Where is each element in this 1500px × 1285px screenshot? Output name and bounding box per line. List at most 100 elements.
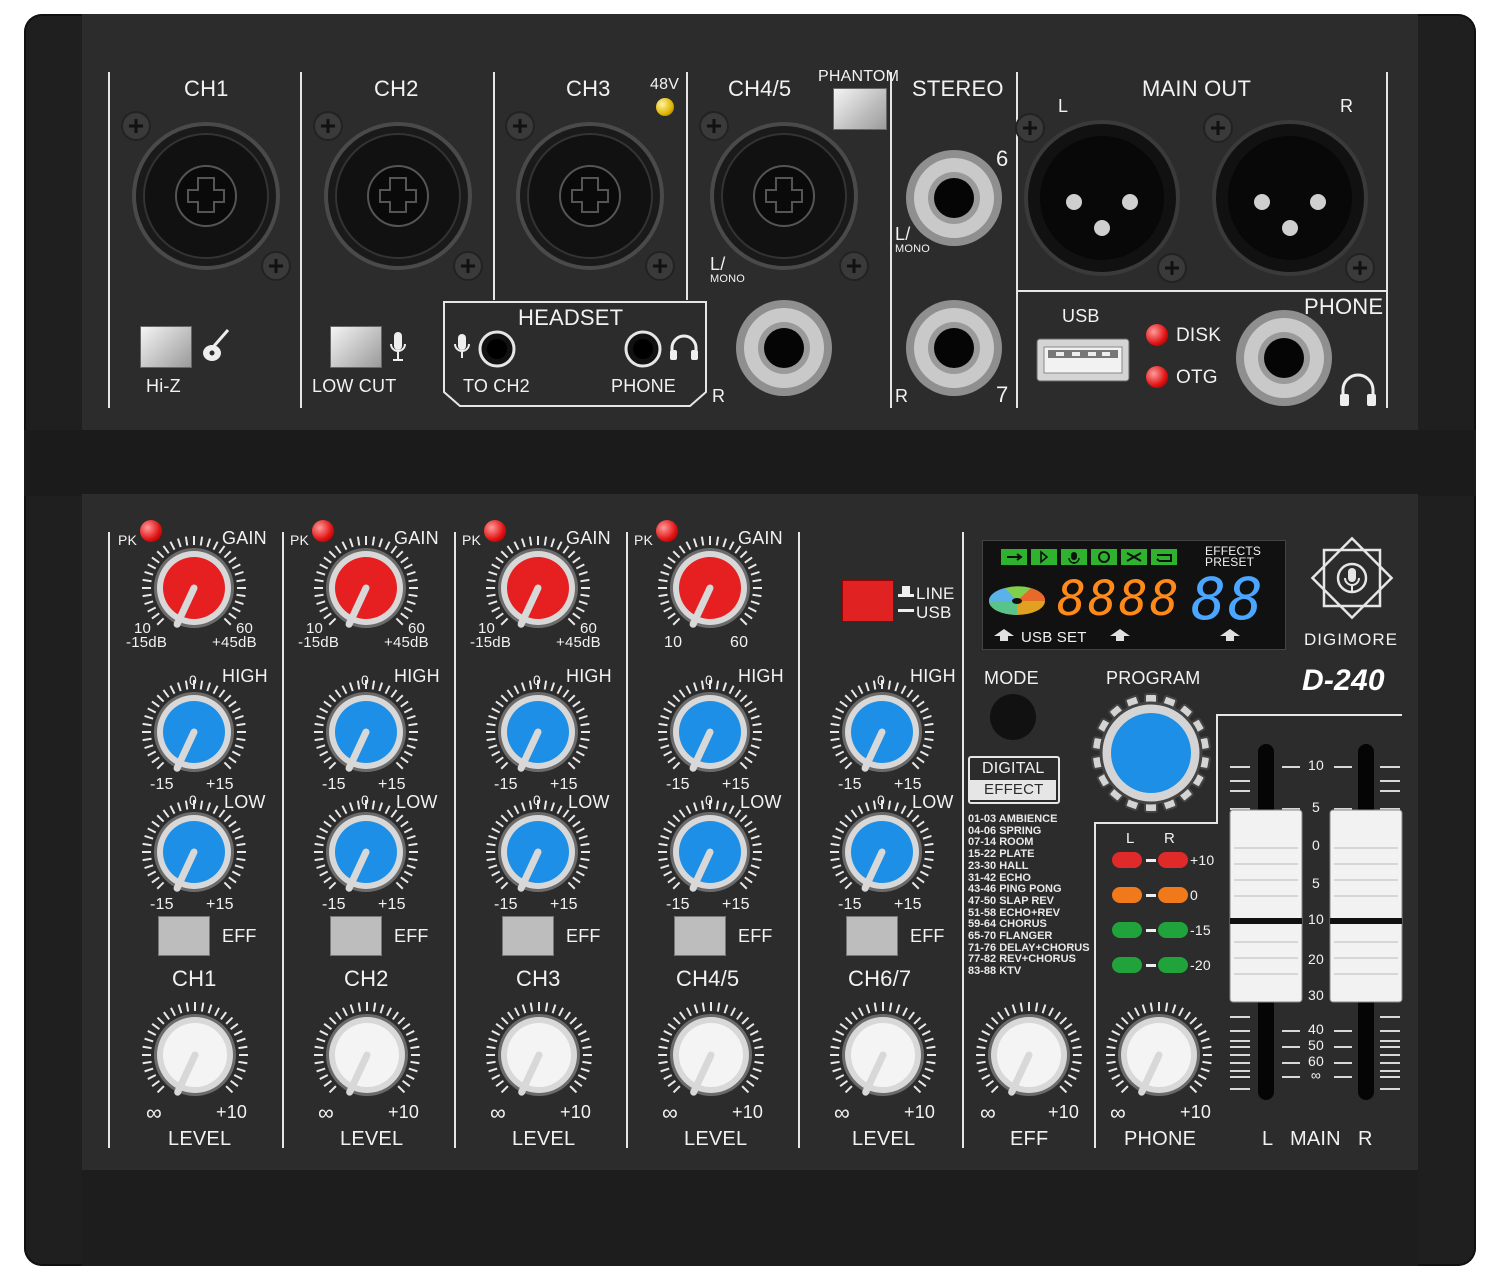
usb-port[interactable] [1036, 338, 1130, 382]
level-min-label: ∞ [662, 1100, 678, 1125]
fader-scale-tick [1230, 790, 1250, 792]
main-right-fader-cap[interactable] [1328, 808, 1404, 1004]
ch3-combo-jack[interactable] [502, 108, 682, 288]
meter-led-right [1158, 852, 1188, 868]
phone-level-knob[interactable] [1104, 1000, 1214, 1110]
strip-name: CH6/7 [848, 966, 912, 991]
main-out-right-xlr[interactable] [1198, 108, 1384, 284]
otg-led [1146, 366, 1168, 388]
meter-led-left [1112, 922, 1142, 938]
fader-scale-tick [1282, 766, 1300, 768]
level-label: LEVEL [512, 1128, 576, 1150]
phantom-button-label: PHANTOM [818, 68, 900, 85]
eff-send-button[interactable] [846, 916, 898, 956]
level-label: LEVEL [852, 1128, 916, 1150]
low-cut-switch[interactable] [330, 326, 382, 368]
gain-knob[interactable] [140, 534, 248, 642]
level-label: LEVEL [340, 1128, 404, 1150]
strip-name: CH2 [344, 966, 389, 991]
line-usb-switch[interactable] [842, 580, 894, 622]
effect-list-item: 65-70 FLANGER [968, 930, 1053, 943]
eff-send-button[interactable] [674, 916, 726, 956]
arrow-up-icon [1220, 629, 1240, 641]
eq-min-label: -15 [322, 896, 346, 913]
eff-send-button[interactable] [158, 916, 210, 956]
fader-scale-tick [1334, 766, 1352, 768]
stereo-six-label: 6 [996, 146, 1009, 171]
gain-knob[interactable] [484, 534, 592, 642]
fader-scale-tick [1230, 1016, 1250, 1018]
eq-max-label: +15 [894, 896, 922, 913]
gain-knob[interactable] [312, 534, 420, 642]
eff-master-min-label: ∞ [980, 1100, 996, 1125]
headset-phone-jack[interactable] [624, 330, 662, 368]
fader-scale-label: 40 [1300, 1021, 1332, 1037]
strip-divider [626, 532, 628, 1148]
high-eq-knob[interactable] [484, 678, 592, 786]
meter-dash [1146, 929, 1156, 932]
main-digits: 8888 [1057, 571, 1181, 627]
level-knob[interactable] [828, 1000, 938, 1110]
meter-level-label: -20 [1190, 957, 1211, 973]
high-eq-knob[interactable] [312, 678, 420, 786]
ch45-input-label: CH4/5 [728, 76, 792, 101]
low-eq-knob[interactable] [484, 798, 592, 906]
fader-scale-tick [1282, 1076, 1300, 1078]
low-eq-knob[interactable] [312, 798, 420, 906]
strip-name: CH4/5 [676, 966, 740, 991]
ch2-combo-jack[interactable] [310, 108, 490, 288]
eq-min-label: -15 [150, 776, 174, 793]
hiz-switch[interactable] [140, 326, 192, 368]
usb-set-label: USB SET [1021, 629, 1087, 646]
stereo-right-jack[interactable] [904, 298, 1006, 398]
mode-button[interactable] [990, 694, 1036, 740]
low-eq-knob[interactable] [140, 798, 248, 906]
ch2-input-label: CH2 [374, 76, 419, 101]
low-cut-label: LOW CUT [312, 376, 397, 396]
headset-title: HEADSET [518, 305, 624, 330]
high-eq-knob[interactable] [828, 678, 936, 786]
program-encoder[interactable] [1090, 692, 1212, 814]
usb-label: USB [1062, 306, 1100, 326]
otg-label: OTG [1176, 367, 1218, 388]
line-label: LINE [916, 584, 955, 603]
meter-led-right [1158, 957, 1188, 973]
meter-r-label: R [1164, 830, 1176, 847]
eff-send-button[interactable] [502, 916, 554, 956]
eff-send-button[interactable] [330, 916, 382, 956]
level-min-label: ∞ [146, 1100, 162, 1125]
ch45-mono-label: MONO [710, 273, 746, 285]
model-name: D-240 [1302, 664, 1385, 697]
gain-db-min-label: -15dB [298, 634, 340, 651]
high-eq-knob[interactable] [140, 678, 248, 786]
gain-min-label: 10 [664, 634, 683, 651]
eff-master-max-label: +10 [1048, 1102, 1080, 1122]
level-knob[interactable] [484, 1000, 594, 1110]
ch1-combo-jack[interactable] [118, 108, 298, 288]
stereo-left-jack[interactable] [904, 148, 1006, 248]
level-label: LEVEL [684, 1128, 748, 1150]
headset-mic-jack[interactable] [478, 330, 516, 368]
low-eq-knob[interactable] [656, 798, 764, 906]
fader-scale-tick [1230, 1046, 1250, 1048]
high-eq-knob[interactable] [656, 678, 764, 786]
main-out-left-xlr[interactable] [1010, 108, 1196, 284]
level-knob[interactable] [140, 1000, 250, 1110]
fader-scale-tick [1380, 1040, 1400, 1042]
gain-knob[interactable] [656, 534, 764, 642]
pk-label: PK [634, 532, 654, 548]
main-label: MAIN [1290, 1128, 1341, 1150]
meter-led-left [1112, 852, 1142, 868]
strip-name: CH1 [172, 966, 217, 991]
divider [1016, 290, 1388, 292]
ch45-right-jack[interactable] [734, 298, 836, 398]
level-knob[interactable] [312, 1000, 422, 1110]
level-knob[interactable] [656, 1000, 766, 1110]
main-left-fader-cap[interactable] [1228, 808, 1304, 1004]
eff-master-knob[interactable] [974, 1000, 1084, 1110]
meter-led-left [1112, 887, 1142, 903]
fader-scale-tick [1380, 1070, 1400, 1072]
fader-scale-label: 10 [1300, 757, 1332, 773]
low-eq-knob[interactable] [828, 798, 936, 906]
phone-output-jack[interactable] [1234, 308, 1336, 408]
